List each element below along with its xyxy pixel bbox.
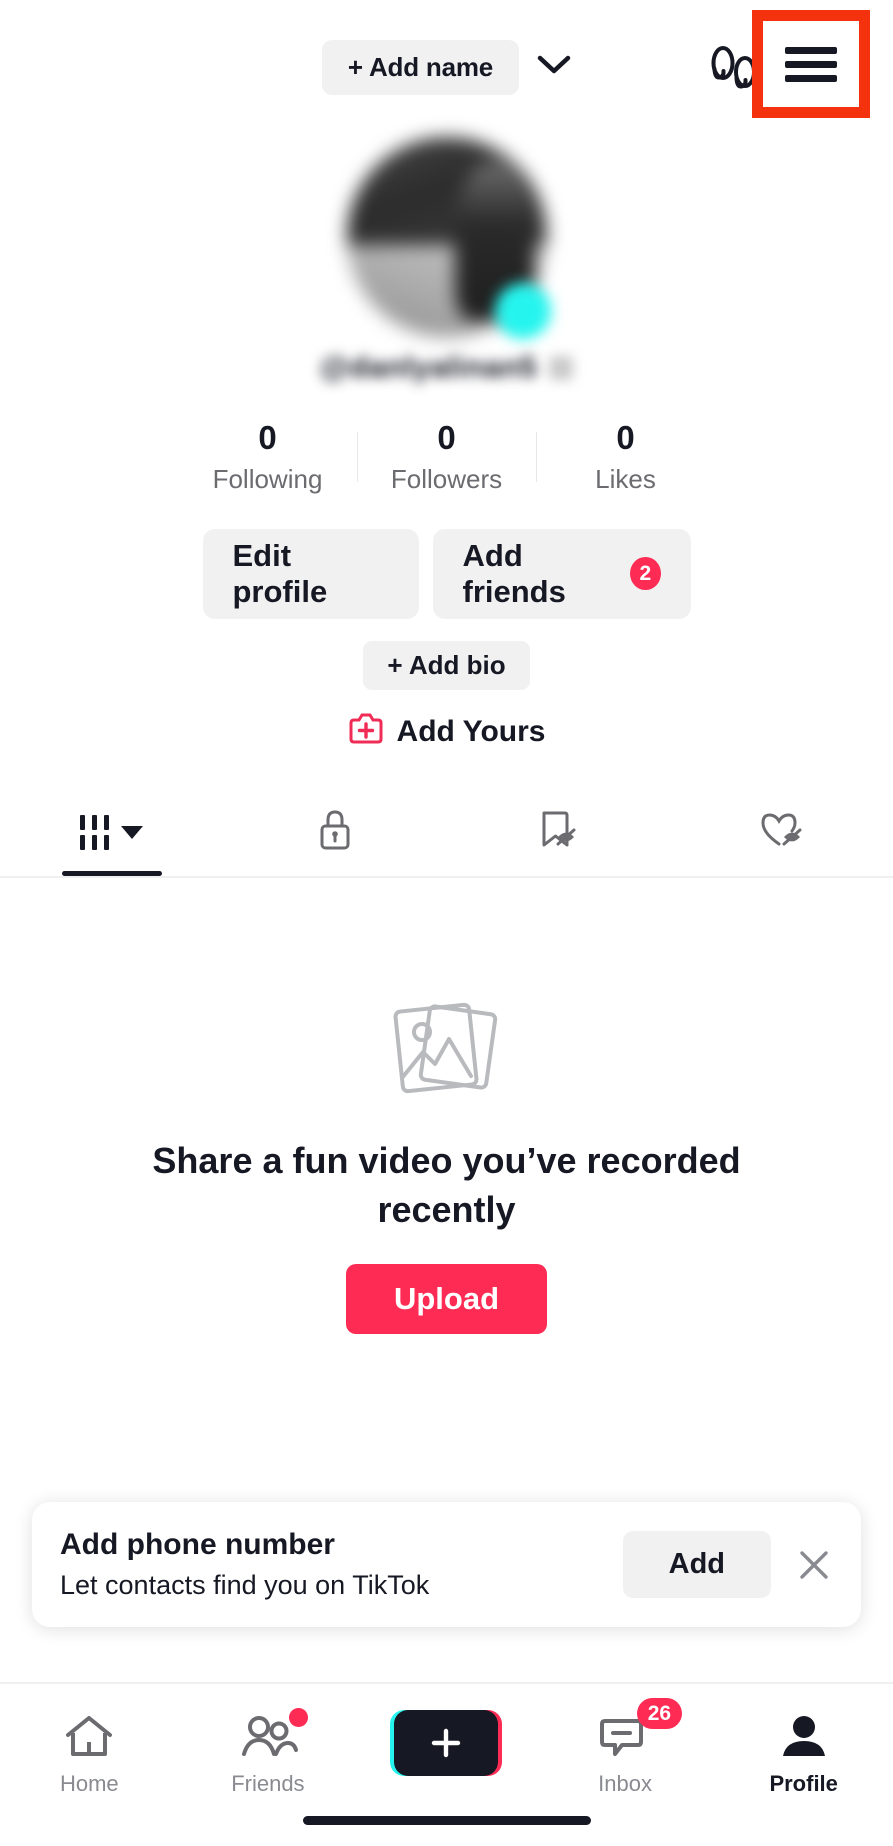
stat-count: 0 — [258, 419, 277, 456]
add-name-group[interactable]: + Add name — [321, 40, 571, 95]
edit-profile-button[interactable]: Edit profile — [202, 528, 419, 619]
home-indicator — [302, 1816, 591, 1825]
add-phone-banner: Add phone number Let contacts find you o… — [32, 1502, 861, 1627]
inbox-icon: 26 — [598, 1698, 683, 1764]
add-friends-badge: 2 — [630, 557, 661, 591]
profile-header: @danlyalinan5 0 Following 0 Followers 0 … — [0, 135, 893, 878]
nav-item-friends[interactable]: Friends — [179, 1708, 358, 1797]
tiktok-profile-screen: + Add name @danlyalinan5 0 Following 0 F… — [0, 0, 893, 1846]
username: @danlyalinan5 — [319, 351, 574, 385]
banner-subtitle: Let contacts find you on TikTok — [60, 1570, 430, 1600]
nav-item-inbox[interactable]: 26 Inbox — [536, 1698, 715, 1797]
grid-icon — [80, 815, 110, 851]
add-bio-button[interactable]: + Add bio — [363, 640, 530, 690]
nav-item-create[interactable] — [357, 1710, 536, 1776]
username-text: @danlyalinan5 — [319, 351, 538, 384]
home-icon — [62, 1710, 116, 1764]
add-yours-label: Add Yours — [396, 714, 546, 748]
chevron-down-icon[interactable] — [537, 54, 571, 81]
stat-followers[interactable]: 0 Followers — [358, 419, 536, 495]
avatar-status-badge[interactable] — [494, 283, 551, 339]
inbox-badge: 26 — [636, 1698, 683, 1730]
heart-hidden-icon — [757, 807, 805, 858]
stat-count: 0 — [616, 419, 635, 456]
create-plus-icon[interactable] — [390, 1710, 503, 1776]
nav-label: Home — [59, 1771, 119, 1796]
empty-state-title: Share a fun video you’ve recorded recent… — [152, 1139, 741, 1230]
add-yours-icon — [348, 712, 384, 752]
menu-button-highlight — [752, 10, 870, 118]
stat-label: Followers — [390, 463, 503, 494]
active-tab-underline — [61, 870, 162, 876]
bottom-nav: Home Friends 26 Inbox Profile — [0, 1682, 893, 1846]
photo-stack-icon — [383, 994, 511, 1111]
add-friends-button[interactable]: Add friends 2 — [432, 528, 691, 619]
create-dark-layer — [394, 1710, 499, 1776]
add-yours-button[interactable]: Add Yours — [348, 712, 546, 752]
person-icon — [777, 1710, 831, 1764]
profile-tabs — [0, 790, 893, 878]
chevron-down-icon[interactable] — [121, 826, 144, 840]
stat-label: Following — [212, 463, 323, 494]
banner-text-group: Add phone number Let contacts find you o… — [60, 1528, 609, 1601]
bookmark-hidden-icon — [535, 807, 581, 858]
top-bar: + Add name — [0, 0, 893, 135]
friends-icon — [238, 1708, 308, 1764]
lock-icon — [315, 807, 355, 858]
add-friends-label: Add friends — [462, 537, 566, 609]
avatar-wrapper[interactable] — [346, 137, 551, 339]
hamburger-menu-icon[interactable] — [785, 40, 837, 89]
add-name-button[interactable]: + Add name — [321, 40, 520, 95]
stat-likes[interactable]: 0 Likes — [537, 419, 715, 495]
nav-item-profile[interactable]: Profile — [714, 1710, 893, 1797]
nav-label: Profile — [769, 1771, 838, 1796]
profile-actions: Edit profile Add friends 2 — [202, 528, 691, 619]
liked-tab[interactable] — [670, 790, 893, 876]
nav-label: Inbox — [598, 1771, 652, 1796]
private-tab[interactable] — [223, 790, 446, 876]
stat-following[interactable]: 0 Following — [179, 419, 357, 495]
username-redaction-box — [549, 356, 574, 380]
banner-title: Add phone number — [60, 1528, 335, 1561]
nav-label: Friends — [231, 1771, 305, 1796]
friends-notification-dot — [288, 1708, 308, 1727]
banner-add-button[interactable]: Add — [622, 1531, 771, 1598]
stat-count: 0 — [437, 419, 456, 456]
stat-label: Likes — [595, 463, 656, 494]
upload-button[interactable]: Upload — [345, 1264, 548, 1335]
saved-tab[interactable] — [447, 790, 670, 876]
nav-item-home[interactable]: Home — [0, 1710, 179, 1797]
close-icon[interactable] — [791, 1542, 837, 1588]
videos-tab[interactable] — [0, 790, 223, 876]
stats-row: 0 Following 0 Followers 0 Likes — [0, 419, 893, 495]
